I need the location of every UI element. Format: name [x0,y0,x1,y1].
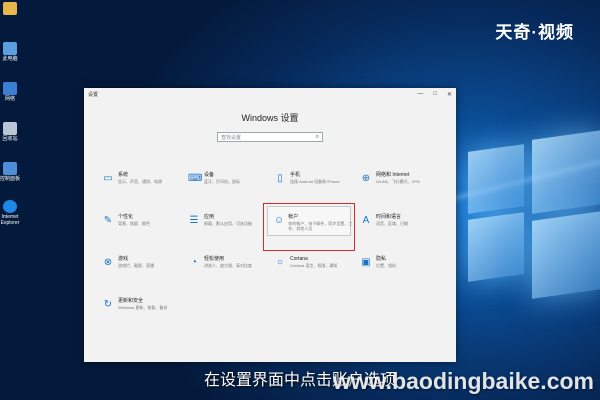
tile-cortana[interactable]: ○ Cortana Cortana 语言、权限、通知 [274,254,360,288]
desktop: 此电脑 网络 回收站 控制面板 Internet Explorer 天奇·视频 … [0,0,600,400]
person-icon: ☺ [274,215,285,226]
window-controls: — □ ✕ [417,91,452,98]
desktop-control-panel-icon[interactable]: 控制面板 [0,162,20,182]
tile-update-security[interactable]: ↻ 更新和安全 Windows 更新、恢复、备份 [102,296,188,330]
refresh-icon: ↻ [103,299,113,310]
titlebar: 设置 — □ ✕ [84,88,456,100]
windows-logo-pane [468,144,524,214]
keyboard-icon: ⌨ [188,173,203,184]
watermark-bottom: www.baodingbaike.com [332,368,594,394]
network-icon [3,82,17,95]
time-language-icon: A [362,215,370,226]
computer-icon [3,42,17,55]
control-panel-icon [3,162,17,175]
desktop-ie-icon[interactable]: Internet Explorer [0,200,20,226]
search-input[interactable]: 查找设置 ⌕ [217,132,323,142]
internet-explorer-icon [3,200,17,213]
search-icon: ⌕ [315,133,319,140]
tile-time-language[interactable]: A 时间和语言 语音、区域、日期 [360,212,446,246]
tile-apps[interactable]: ☰ 应用 卸载、默认应用、可选功能 [188,212,274,246]
windows-logo-pane [532,211,600,299]
windows-logo-pane [532,130,600,214]
xbox-icon: ⊗ [103,257,113,268]
tile-phone[interactable]: ▯ 手机 连接 Android 设备和 iPhone [274,170,360,204]
brush-icon: ✎ [103,215,113,226]
tile-network[interactable]: ⊕ 网络和 Internet WLAN、飞行模式、VPN [360,170,446,204]
phone-icon: ▯ [277,173,283,184]
desktop-this-pc-icon[interactable]: 此电脑 [0,42,20,62]
tile-privacy[interactable]: ▣ 隐私 位置、相机 [360,254,446,288]
lock-icon: ▣ [361,257,371,268]
tile-personalization[interactable]: ✎ 个性化 背景、锁屏、颜色 [102,212,188,246]
tile-system[interactable]: ▭ 系统 显示、声音、通知、电源 [102,170,188,204]
close-button[interactable]: ✕ [447,91,452,98]
folder-icon [3,2,17,15]
desktop-recycle-bin-icon[interactable]: 回收站 [0,122,20,142]
cortana-icon: ○ [276,257,284,268]
page-title: Windows 设置 [241,113,299,123]
tile-accounts[interactable]: ☺ 帐户 你的帐户、电子邮件、同步设置、工作、其他人员 [274,212,354,246]
globe-icon: ⊕ [361,173,371,184]
desktop-folder-icon[interactable] [0,2,20,16]
titlebar-label: 设置 [88,91,99,98]
maximize-button[interactable]: □ [433,91,437,98]
tile-ease-of-access[interactable]: ◔ 轻松使用 讲述人、放大镜、高对比度 [188,254,274,288]
tile-gaming[interactable]: ⊗ 游戏 游戏栏、截屏、直播 [102,254,188,288]
ease-of-access-icon: ◔ [190,257,198,268]
watermark-top: 天奇·视频 [495,23,574,42]
search-placeholder: 查找设置 [221,134,242,141]
laptop-icon: ▭ [103,173,113,184]
minimize-button[interactable]: — [417,91,423,98]
settings-window: 设置 — □ ✕ Windows 设置 查找设置 ⌕ ▭ 系统 显示、声音、通知、… [84,88,456,362]
apps-list-icon: ☰ [189,215,199,226]
windows-logo-pane [468,212,524,282]
tile-devices[interactable]: ⌨ 设备 蓝牙、打印机、鼠标 [188,170,274,204]
recycle-bin-icon [3,122,17,135]
desktop-network-icon[interactable]: 网络 [0,82,20,102]
